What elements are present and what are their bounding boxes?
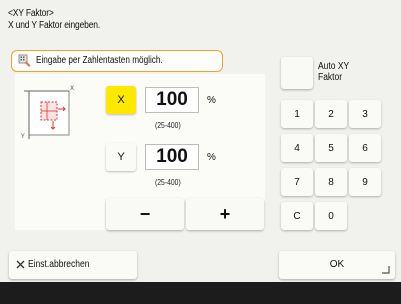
x-factor-range: (25-400) xyxy=(155,121,181,130)
x-factor-unit: % xyxy=(207,95,216,106)
auto-xy-label-line-2: Faktor xyxy=(318,72,343,83)
ok-button[interactable]: OK xyxy=(279,251,395,279)
auto-xy-label-line-1: Auto XY xyxy=(318,61,350,72)
numeric-keys-hint: Eingabe per Zahlentasten möglich. xyxy=(11,50,223,72)
keypad-key-9[interactable]: 9 xyxy=(349,168,381,196)
y-factor-input[interactable]: 100 xyxy=(145,144,199,170)
keypad-key-7[interactable]: 7 xyxy=(281,168,313,196)
auto-xy-factor-label: Auto XY Faktor xyxy=(318,61,349,83)
hint-text: Eingabe per Zahlentasten möglich. xyxy=(36,55,163,66)
cancel-settings-button[interactable]: Einst.abbrechen xyxy=(9,251,137,279)
y-factor-button[interactable]: Y xyxy=(106,143,136,171)
cancel-settings-label: Einst.abbrechen xyxy=(28,259,90,270)
y-factor-unit: % xyxy=(207,152,216,163)
keypad-key-8[interactable]: 8 xyxy=(315,168,347,196)
svg-text:X: X xyxy=(70,85,74,92)
ok-label: OK xyxy=(329,259,345,270)
dialog-panel: <XY Faktor> X und Y Faktor eingeben. Ein… xyxy=(0,0,401,282)
keypad-key-clear[interactable]: C xyxy=(281,202,313,230)
keypad-key-1[interactable]: 1 xyxy=(281,100,313,128)
auto-xy-factor-button[interactable] xyxy=(281,57,313,89)
dialog-title: <XY Faktor> X und Y Faktor eingeben. xyxy=(8,8,100,32)
xy-scaling-diagram-icon: Y X xyxy=(20,85,74,140)
x-factor-input[interactable]: 100 xyxy=(145,87,199,113)
return-corner-icon xyxy=(382,266,390,274)
keypad-key-6[interactable]: 6 xyxy=(349,134,381,162)
decrease-button[interactable]: − xyxy=(106,198,184,230)
keypad-key-3[interactable]: 3 xyxy=(349,100,381,128)
svg-text:Y: Y xyxy=(20,133,25,140)
increase-button[interactable]: + xyxy=(186,198,264,230)
keypad-hint-icon xyxy=(18,54,31,67)
x-factor-button[interactable]: X xyxy=(106,86,136,114)
keypad-key-5[interactable]: 5 xyxy=(315,134,347,162)
status-bar xyxy=(0,282,401,304)
title-line-1: <XY Faktor> xyxy=(8,8,54,19)
title-line-2: X und Y Faktor eingeben. xyxy=(8,20,101,31)
close-icon xyxy=(16,260,25,269)
keypad-key-4[interactable]: 4 xyxy=(281,134,313,162)
y-factor-range: (25-400) xyxy=(155,178,181,187)
keypad-key-0[interactable]: 0 xyxy=(315,202,347,230)
keypad-key-2[interactable]: 2 xyxy=(315,100,347,128)
